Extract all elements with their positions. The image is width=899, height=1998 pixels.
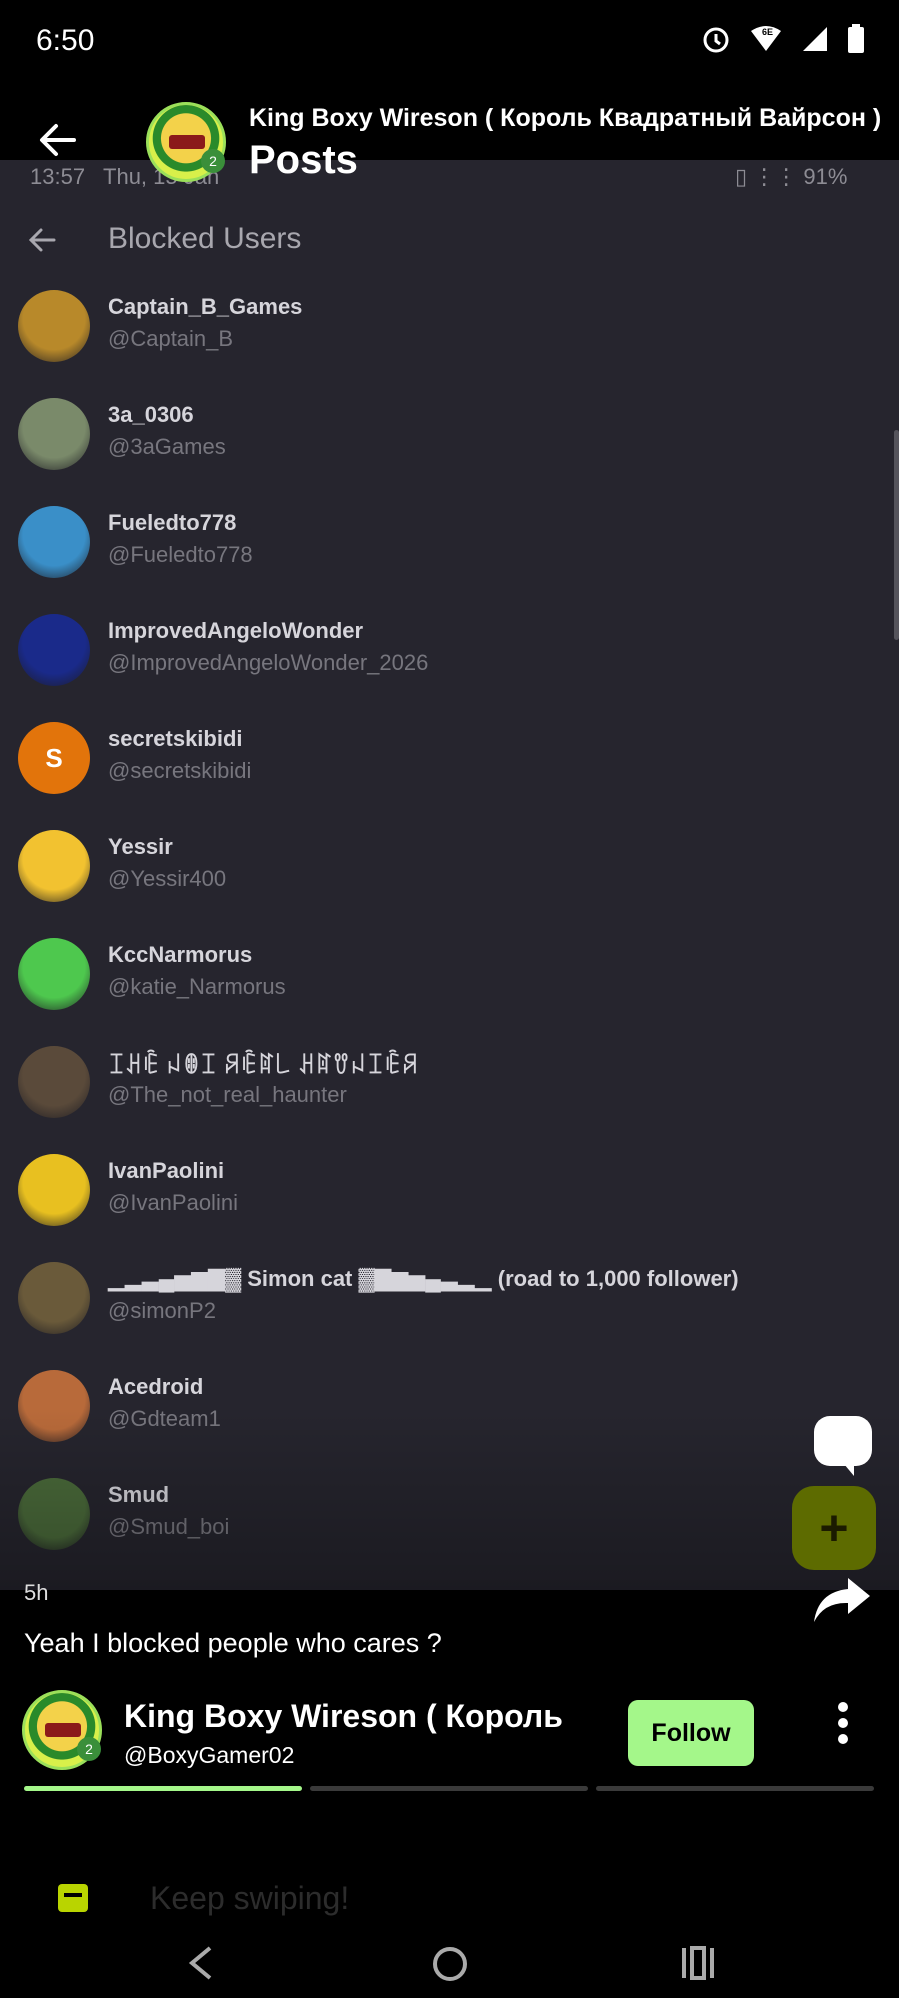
arrow-left-icon bbox=[40, 124, 76, 156]
author-name[interactable]: King Boxy Wireson ( Король Квадратный Ва… bbox=[124, 1698, 572, 1735]
status-icons: 6E bbox=[701, 24, 865, 59]
user-avatar bbox=[18, 1262, 90, 1334]
header-author-name[interactable]: King Boxy Wireson ( Король Квадратный Ва… bbox=[249, 104, 881, 133]
scrollbar bbox=[894, 430, 899, 640]
follow-button[interactable]: Follow bbox=[628, 1700, 754, 1766]
user-avatar bbox=[18, 1154, 90, 1226]
author-avatar-header[interactable]: 2 bbox=[146, 102, 226, 182]
wifi-icon: 6E bbox=[749, 25, 783, 58]
alarm-icon bbox=[701, 24, 731, 59]
author-handle[interactable]: @BoxyGamer02 bbox=[124, 1742, 294, 1769]
post-time: 5h bbox=[24, 1580, 49, 1605]
author-level-badge: 2 bbox=[77, 1737, 101, 1761]
recents-icon bbox=[682, 1946, 714, 1980]
blocked-user-row[interactable]: Captain_B_Games @Captain_B bbox=[0, 276, 899, 384]
user-name: 3a_0306 bbox=[108, 402, 194, 427]
post-image[interactable]: 13:57 Thu, 15 Jan ▯ ⋮⋮ 91% Blocked Users… bbox=[0, 160, 899, 1590]
status-time: 6:50 bbox=[36, 24, 95, 57]
share-arrow-icon bbox=[814, 1578, 870, 1622]
blocked-user-row[interactable]: KccNarmorus @katie_Narmorus bbox=[0, 924, 899, 1032]
level-badge: 2 bbox=[201, 149, 225, 173]
swipe-hint-icon bbox=[58, 1884, 88, 1912]
status-bar: 6:50 6E bbox=[0, 0, 899, 84]
comments-button[interactable] bbox=[814, 1416, 872, 1476]
user-name: secretskibidi bbox=[108, 726, 243, 751]
user-avatar bbox=[18, 398, 90, 470]
blocked-user-row[interactable]: 3a_0306 @3aGames bbox=[0, 384, 899, 492]
inner-status-time: 13:57 bbox=[30, 164, 86, 189]
user-handle: @3aGames bbox=[108, 434, 226, 459]
user-avatar: S bbox=[18, 722, 90, 794]
back-button[interactable] bbox=[38, 120, 78, 160]
user-handle: @secretskibidi bbox=[108, 758, 252, 783]
home-circle-icon bbox=[433, 1947, 467, 1981]
system-nav-bar bbox=[0, 1920, 899, 1998]
battery-icon bbox=[847, 24, 865, 59]
user-handle: @Fueledto778 bbox=[108, 542, 253, 567]
nav-back-button[interactable] bbox=[188, 1946, 214, 1985]
blocked-user-row[interactable]: ▁▂▃▄▅▆▇▓ Simon cat ▓▇▆▅▄▃▂▁ (road to 1,0… bbox=[0, 1248, 899, 1356]
blocked-user-row[interactable]: IvanPaolini @IvanPaolini bbox=[0, 1140, 899, 1248]
user-name: Fueledto778 bbox=[108, 510, 237, 535]
progress-segment-2 bbox=[310, 1786, 588, 1791]
user-handle: @katie_Narmorus bbox=[108, 974, 286, 999]
author-bar: 2 King Boxy Wireson ( Король Квадратный … bbox=[0, 1662, 899, 1792]
user-avatar bbox=[18, 938, 90, 1010]
blocked-user-row[interactable]: Fueledto778 @Fueledto778 bbox=[0, 492, 899, 600]
user-name: ▁▂▃▄▅▆▇▓ Simon cat ▓▇▆▅▄▃▂▁ (road to 1,0… bbox=[108, 1266, 739, 1291]
user-avatar bbox=[18, 830, 90, 902]
chevron-left-icon bbox=[188, 1946, 212, 1980]
user-name: KccNarmorus bbox=[108, 942, 253, 967]
create-post-button[interactable]: + bbox=[792, 1486, 876, 1570]
more-vert-icon bbox=[838, 1702, 848, 1712]
nav-home-button[interactable] bbox=[432, 1946, 468, 1987]
author-avatar[interactable]: 2 bbox=[22, 1690, 102, 1770]
blocked-user-row[interactable]: Ssecretskibidi @secretskibidi bbox=[0, 708, 899, 816]
header-subtitle: Posts bbox=[249, 138, 358, 182]
signal-icon bbox=[801, 25, 829, 58]
swipe-hint: Keep swiping! bbox=[150, 1880, 350, 1916]
blocked-user-row[interactable]: Yessir @Yessir400 bbox=[0, 816, 899, 924]
user-name: Captain_B_Games bbox=[108, 294, 303, 319]
user-handle: @Captain_B bbox=[108, 326, 234, 351]
blocked-user-row[interactable]: ꀤꃅꍟ ꈤꂦꀤ ꋪꍟꍏ꒒ ꃅꍏꀎꈤꀤꍟꋪ @The_not_real_haunte… bbox=[0, 1032, 899, 1140]
inner-title: Blocked Users bbox=[108, 222, 302, 255]
user-handle: @Yessir400 bbox=[108, 866, 227, 891]
user-name: Acedroid bbox=[108, 1374, 204, 1399]
user-name: ImprovedAngeloWonder bbox=[108, 618, 364, 643]
post-caption: Yeah I blocked people who cares ? bbox=[24, 1628, 442, 1658]
user-name: Yessir bbox=[108, 834, 173, 859]
inner-back-icon bbox=[28, 226, 56, 259]
blocked-user-row[interactable]: ImprovedAngeloWonder @ImprovedAngeloWonde… bbox=[0, 600, 899, 708]
user-handle: @simonP2 bbox=[108, 1298, 216, 1323]
inner-header: Blocked Users bbox=[0, 212, 899, 272]
user-handle: @IvanPaolini bbox=[108, 1190, 238, 1215]
user-name: ꀤꃅꍟ ꈤꂦꀤ ꋪꍟꍏ꒒ ꃅꍏꀎꈤꀤꍟꋪ bbox=[108, 1053, 419, 1078]
wifi-badge: 6E bbox=[762, 27, 774, 37]
fade-overlay bbox=[0, 1410, 899, 1590]
inner-battery: ▯ ⋮⋮ 91% bbox=[735, 164, 848, 189]
user-avatar bbox=[18, 614, 90, 686]
user-handle: @ImprovedAngeloWonder_2026 bbox=[108, 650, 429, 675]
more-options-button[interactable] bbox=[836, 1702, 850, 1746]
user-avatar bbox=[18, 290, 90, 362]
progress-segment-1 bbox=[24, 1786, 302, 1791]
nav-recents-button[interactable] bbox=[680, 1946, 716, 1985]
plus-icon: + bbox=[819, 1500, 849, 1556]
user-handle: @The_not_real_haunter bbox=[108, 1082, 347, 1107]
user-name: IvanPaolini bbox=[108, 1158, 225, 1183]
progress-segment-3 bbox=[596, 1786, 874, 1791]
share-button[interactable] bbox=[810, 1576, 872, 1624]
user-avatar bbox=[18, 1046, 90, 1118]
user-avatar bbox=[18, 506, 90, 578]
